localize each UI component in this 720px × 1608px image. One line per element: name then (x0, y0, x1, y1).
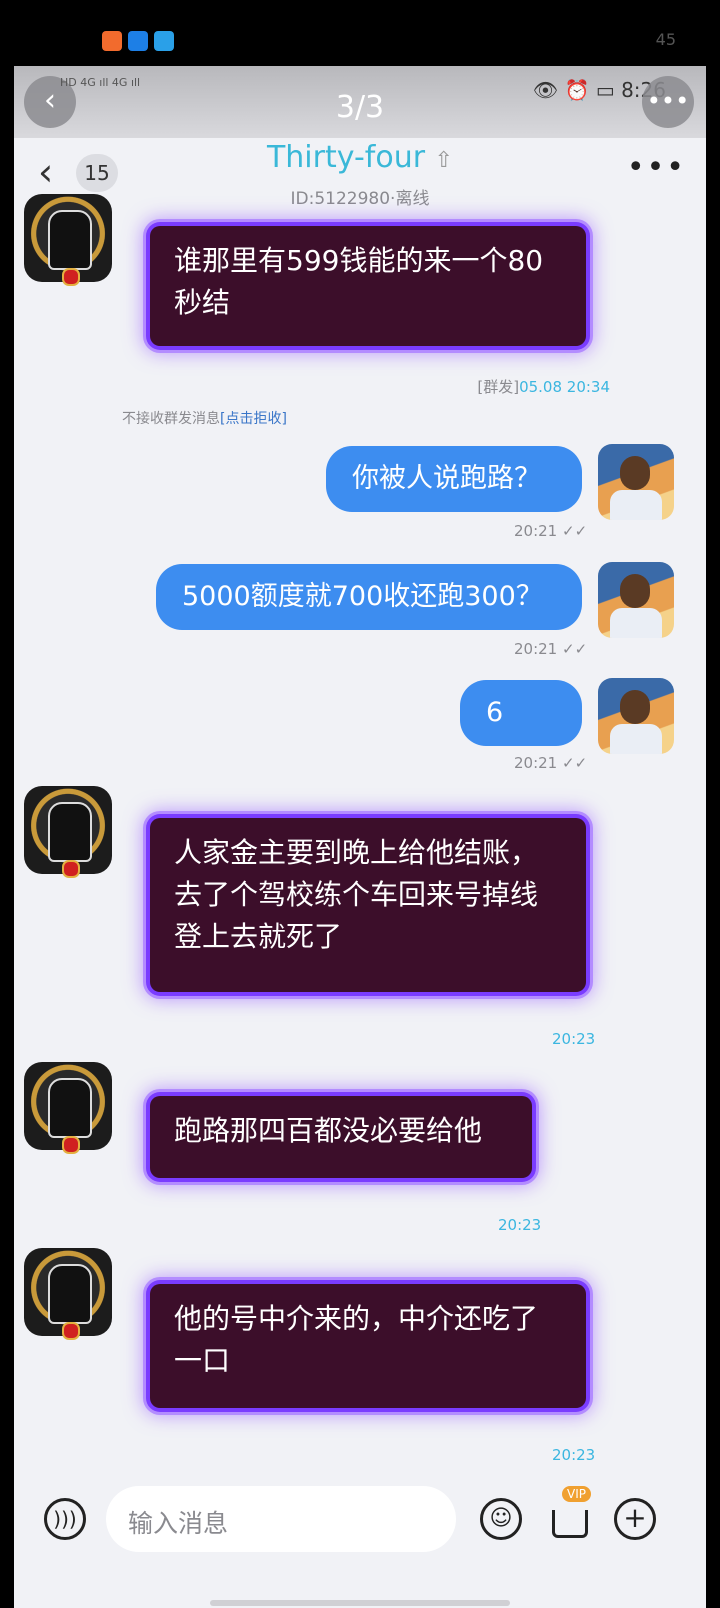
sent-message-bubble[interactable]: 你被人说跑路？ (326, 446, 582, 512)
my-avatar[interactable] (598, 678, 674, 754)
my-avatar[interactable] (598, 562, 674, 638)
outer-status-number: 45 (655, 30, 676, 49)
sent-message-bubble[interactable]: 6 (460, 680, 582, 746)
read-check-icon: ✓✓ (557, 522, 588, 540)
home-indicator (210, 1600, 510, 1606)
emoji-icon[interactable]: ☺ (480, 1498, 522, 1540)
read-check-icon: ✓✓ (557, 640, 588, 658)
message-timestamp: [群发]05.08 20:34 (477, 378, 610, 396)
add-plus-icon[interactable]: + (614, 1498, 656, 1540)
message-timestamp: 20:21 ✓✓ (514, 754, 588, 772)
voice-input-icon[interactable]: ))) (44, 1498, 86, 1540)
cleanup-broom-icon[interactable]: VIP (546, 1486, 592, 1540)
contact-avatar[interactable] (24, 1248, 112, 1340)
received-message-bubble[interactable]: 人家金主要到晚上给他结账，去了个驾校练个车回来号掉线登上去就死了 (150, 818, 586, 992)
app-notification-icon (102, 31, 122, 51)
message-timestamp: 20:21 ✓✓ (514, 640, 588, 658)
battery-icon: ▭ (595, 78, 615, 102)
chat-subtitle: ID:5122980·离线 (290, 189, 430, 209)
eye-icon: 👁 (532, 78, 559, 102)
contact-avatar[interactable] (24, 194, 112, 286)
vip-badge: VIP (562, 1486, 591, 1502)
sent-message-bubble[interactable]: 5000额度就700收还跑300？ (156, 564, 582, 630)
browser-notification-icon (154, 31, 174, 51)
reject-broadcast-link[interactable]: [点击拒收] (220, 411, 287, 427)
outer-status-bar: 45 (0, 0, 720, 66)
contact-avatar[interactable] (24, 1062, 112, 1154)
viewer-more-button[interactable]: ••• (642, 76, 694, 128)
signal-icons: HD 4G ıll 4G ıll (60, 76, 141, 89)
message-timestamp: 20:23 (552, 1030, 596, 1048)
received-message-bubble[interactable]: 跑路那四百都没必要给他 (150, 1096, 532, 1178)
chat-title[interactable]: Thirty-four ⇧ (14, 140, 706, 175)
chat-more-icon[interactable]: ••• (627, 150, 686, 185)
upload-arrow-icon: ⇧ (434, 148, 454, 173)
broom-body (552, 1510, 588, 1538)
received-message-bubble[interactable]: 谁那里有599钱能的来一个80秒结 (150, 226, 586, 346)
read-check-icon: ✓✓ (557, 754, 588, 772)
broadcast-notice: 不接收群发消息[点击拒收] (122, 411, 287, 427)
contact-avatar[interactable] (24, 786, 112, 878)
received-message-bubble[interactable]: 他的号中介来的，中介还吃了一口 (150, 1284, 586, 1408)
message-input[interactable]: 输入消息 (106, 1486, 456, 1552)
bird-notification-icon (128, 31, 148, 51)
alarm-icon: ⏰ (564, 78, 590, 102)
inner-status-bar: ‹ HD 4G ıll 4G ıll 3/3 👁 ⏰ ▭ 8:26 ••• (14, 66, 706, 138)
message-timestamp: 20:21 ✓✓ (514, 522, 588, 540)
message-timestamp: 20:23 (498, 1216, 542, 1234)
screenshot-frame: ‹ HD 4G ıll 4G ıll 3/3 👁 ⏰ ▭ 8:26 ••• ‹ … (14, 66, 706, 1608)
my-avatar[interactable] (598, 444, 674, 520)
